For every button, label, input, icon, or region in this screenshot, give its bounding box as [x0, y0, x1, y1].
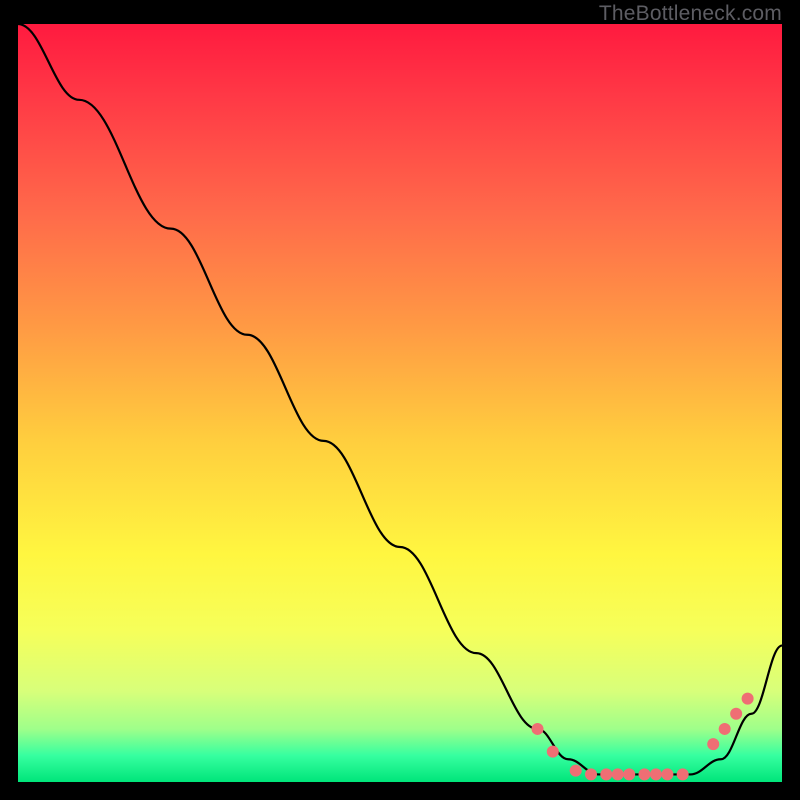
highlight-point [547, 746, 559, 758]
gradient-background [18, 24, 782, 782]
highlight-point [742, 693, 754, 705]
highlight-point [623, 768, 635, 780]
highlight-point [707, 738, 719, 750]
highlight-point [612, 768, 624, 780]
highlight-point [677, 768, 689, 780]
highlight-point [532, 723, 544, 735]
highlight-point [719, 723, 731, 735]
highlight-point [638, 768, 650, 780]
highlight-point [585, 768, 597, 780]
watermark-text: TheBottleneck.com [599, 2, 782, 26]
highlight-point [600, 768, 612, 780]
highlight-point [730, 708, 742, 720]
highlight-point [661, 768, 673, 780]
highlight-point [570, 765, 582, 777]
bottleneck-chart [18, 24, 782, 782]
chart-frame [18, 24, 782, 782]
highlight-point [650, 768, 662, 780]
